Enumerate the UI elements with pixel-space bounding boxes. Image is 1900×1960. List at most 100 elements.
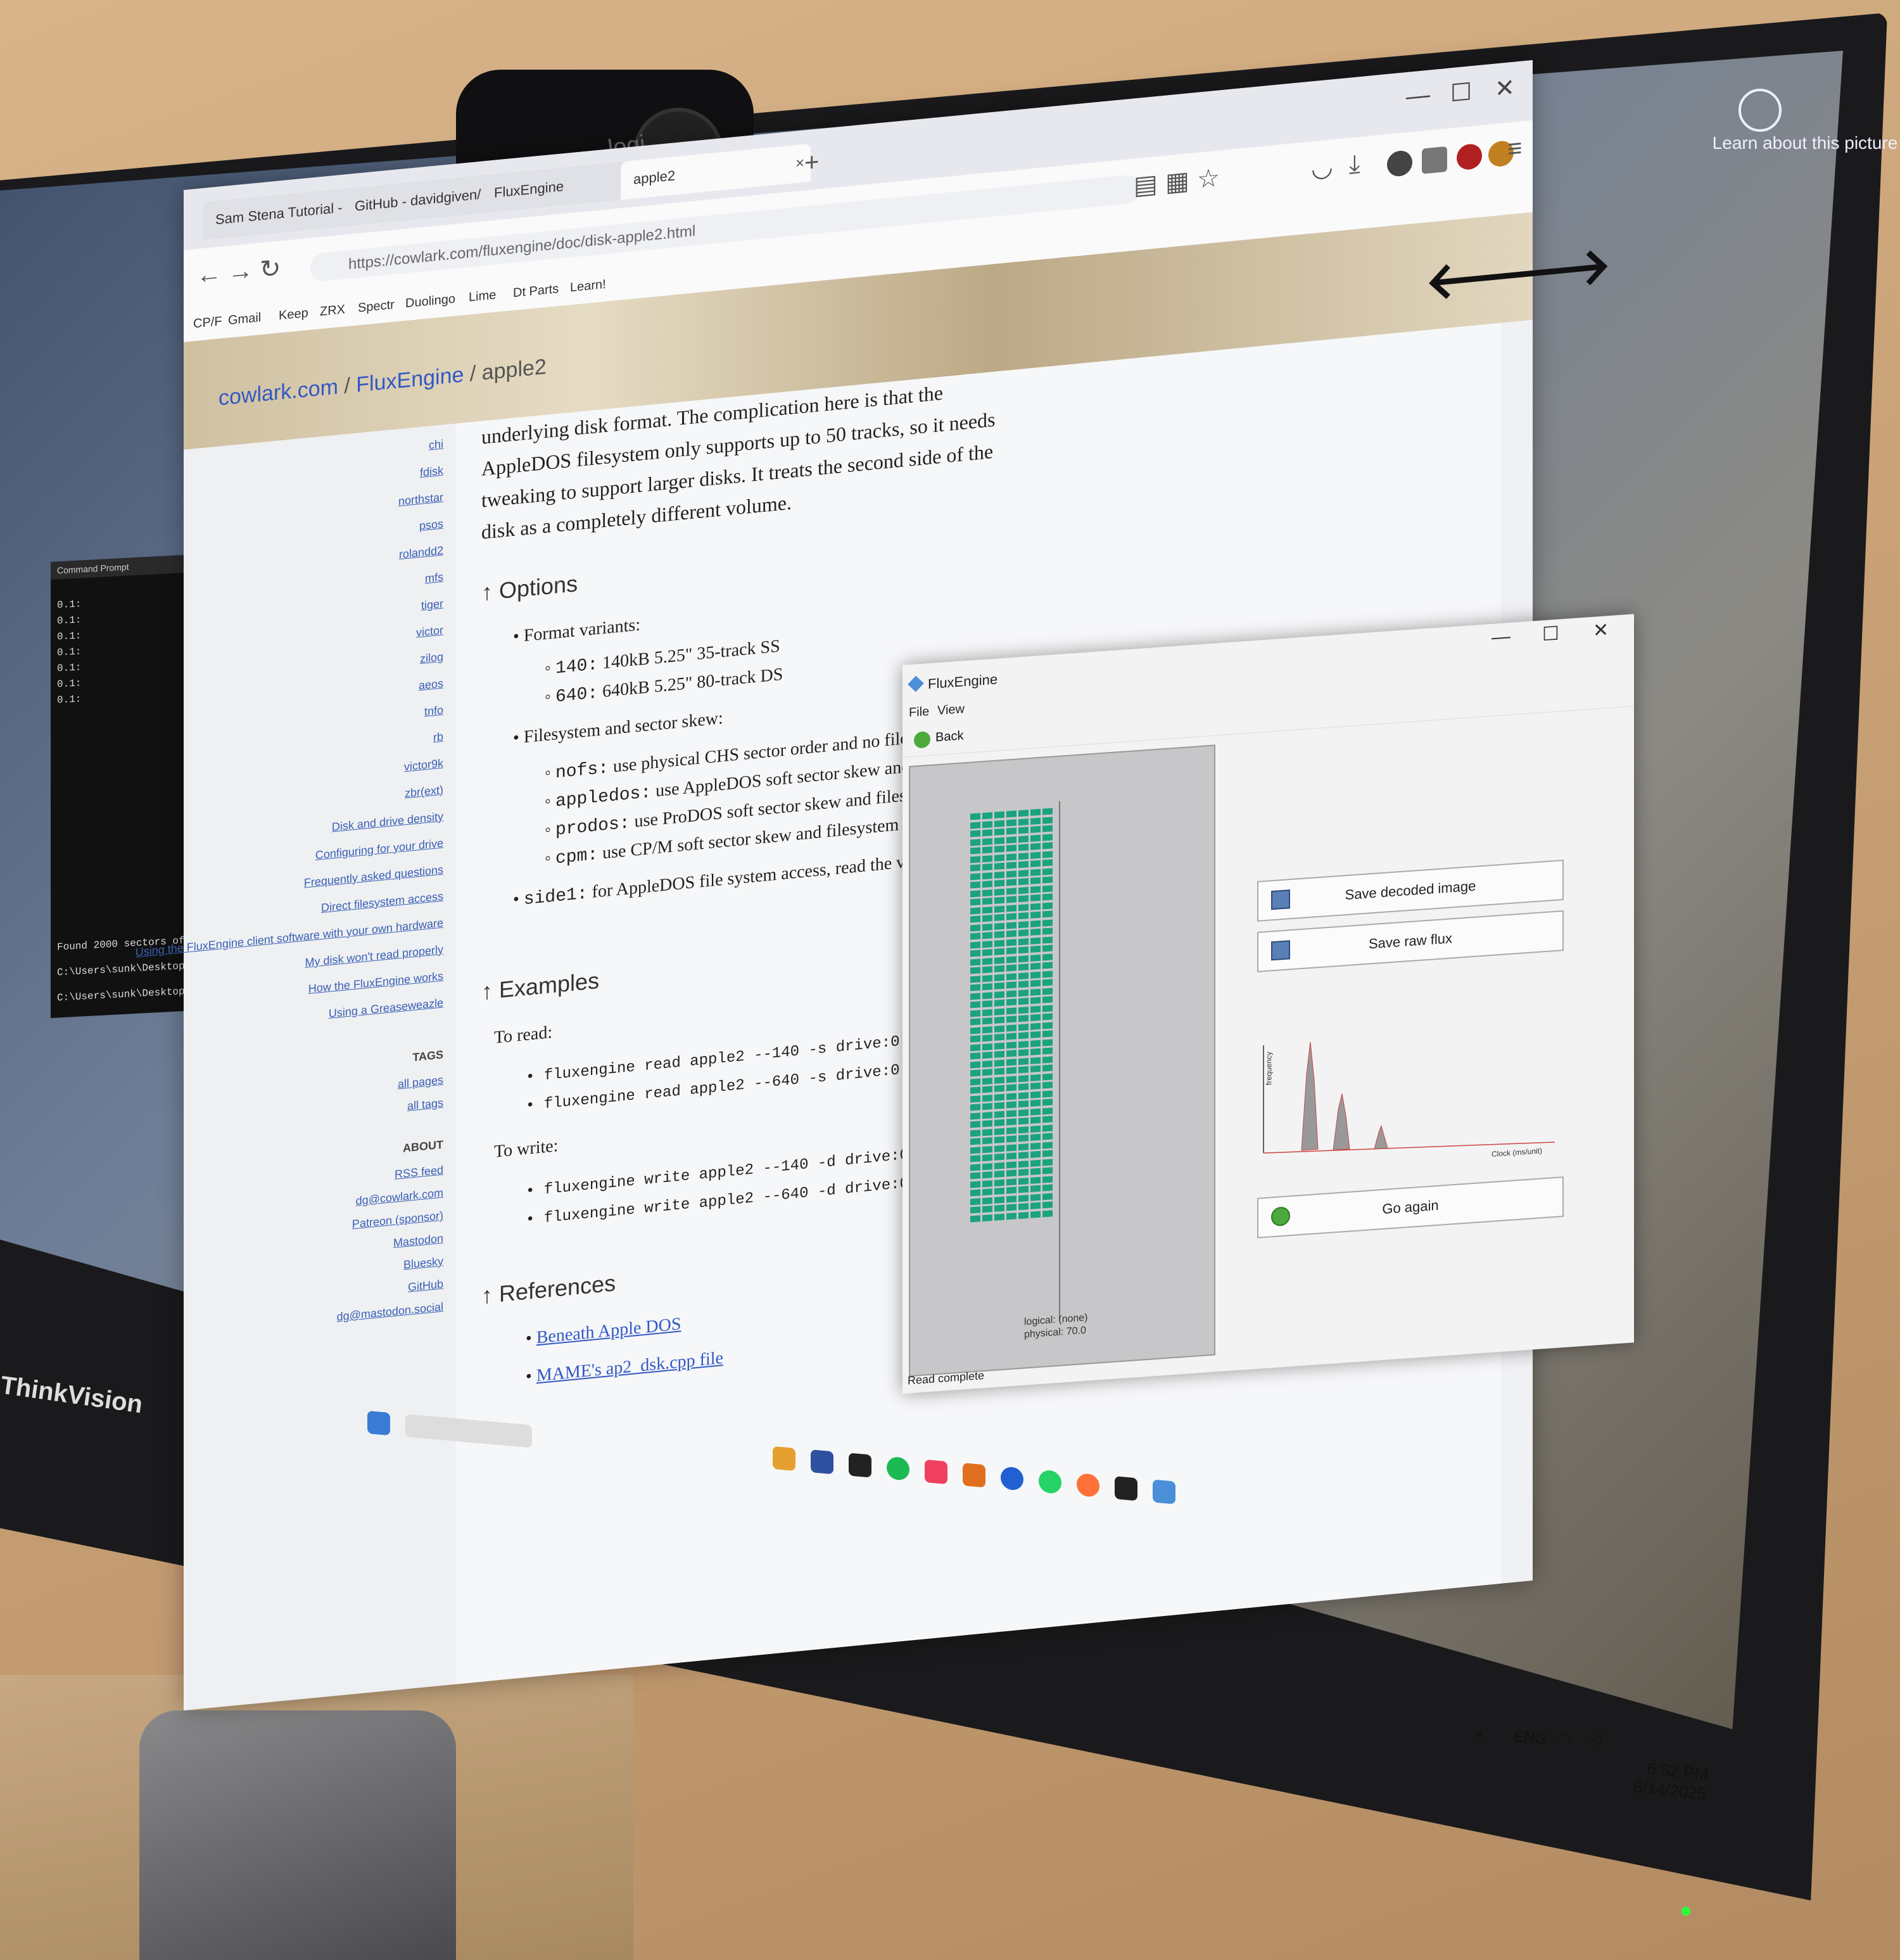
- bookmark[interactable]: Learn!: [570, 277, 606, 295]
- bookmark[interactable]: CP/F: [193, 314, 222, 331]
- menu-file[interactable]: File: [909, 704, 929, 720]
- sidebar-link[interactable]: Configuring for your drive: [315, 837, 443, 862]
- sidebar-link[interactable]: mfs: [425, 571, 443, 586]
- app-icon[interactable]: [1001, 1466, 1023, 1491]
- system-clock[interactable]: 6:52 PM 6/14/2025: [1632, 1757, 1709, 1804]
- bookmark[interactable]: Duolingo: [405, 292, 455, 312]
- app-icon[interactable]: [963, 1463, 985, 1488]
- sidebar-link[interactable]: victor: [416, 624, 443, 640]
- whatsapp-icon[interactable]: [1039, 1469, 1061, 1494]
- disk-visualization[interactable]: logical: (none) physical: 70.0: [909, 744, 1215, 1377]
- about-link[interactable]: dg@mastodon.social: [337, 1301, 443, 1324]
- bookmark[interactable]: Spectr: [358, 298, 395, 316]
- firefox-icon[interactable]: [1077, 1472, 1099, 1498]
- back-arrow-icon[interactable]: [914, 730, 930, 749]
- maximize-icon[interactable]: ☐: [1542, 622, 1559, 646]
- sidebar-link[interactable]: Disk and drive density: [332, 810, 443, 834]
- breadcrumb-site[interactable]: cowlark.com: [218, 375, 338, 410]
- menu-icon[interactable]: ≡: [1507, 134, 1522, 164]
- tab-sam-stena[interactable]: Sam Stena Tutorial - dev/typesc: [203, 188, 355, 241]
- camera-icon[interactable]: [1738, 89, 1782, 132]
- sidebar-link[interactable]: psos: [419, 518, 443, 533]
- wifi-icon[interactable]: ◠: [1557, 1729, 1573, 1748]
- reload-icon[interactable]: ↻: [260, 253, 281, 284]
- tab-fluxengine[interactable]: FluxEngine: [481, 160, 633, 213]
- sidebar-link[interactable]: How the FluxEngine works: [308, 970, 443, 996]
- spotify-icon[interactable]: [887, 1456, 909, 1481]
- minimize-icon[interactable]: —: [1492, 626, 1510, 649]
- menu-view[interactable]: View: [937, 702, 965, 718]
- sector-block: [1030, 920, 1041, 927]
- sidebar-link[interactable]: Direct filesystem access: [321, 890, 443, 915]
- reader-icon[interactable]: ▤: [1134, 169, 1158, 201]
- sidebar-link[interactable]: zilog: [420, 651, 443, 666]
- forward-icon[interactable]: →: [228, 256, 253, 287]
- tag-link[interactable]: all tags: [407, 1097, 443, 1113]
- folder-icon[interactable]: [773, 1446, 795, 1472]
- minimize-icon[interactable]: —: [1406, 82, 1430, 111]
- bookmark[interactable]: Gmail: [228, 310, 261, 328]
- bookmark[interactable]: Lime: [469, 288, 496, 305]
- close-icon[interactable]: ×: [795, 144, 804, 183]
- back-button[interactable]: Back: [935, 729, 963, 745]
- sidebar-link[interactable]: fdisk: [420, 464, 443, 480]
- app-icon[interactable]: [925, 1459, 947, 1485]
- sidebar-link[interactable]: Frequently asked questions: [304, 863, 443, 890]
- about-link[interactable]: dg@cowlark.com: [356, 1187, 443, 1208]
- reference-link[interactable]: Beneath Apple DOS: [536, 1314, 681, 1347]
- about-link[interactable]: Patreon (sponsor): [352, 1209, 443, 1231]
- sidebar-link[interactable]: chi: [429, 438, 443, 452]
- save-raw-flux-button[interactable]: Save raw flux: [1257, 910, 1564, 972]
- options-heading[interactable]: ↑ Options: [481, 570, 578, 606]
- about-link[interactable]: Bluesky: [403, 1255, 443, 1272]
- qr-icon[interactable]: ▦: [1165, 166, 1189, 198]
- language-indicator[interactable]: ENG: [1513, 1728, 1548, 1748]
- fluxengine-window[interactable]: FluxEngine — ☐ ✕ File View Back logical:…: [902, 614, 1634, 1394]
- sidebar-link[interactable]: rolandd2: [399, 544, 443, 562]
- sidebar-link[interactable]: zbr(ext): [405, 784, 443, 801]
- bookmark[interactable]: Keep: [279, 306, 308, 323]
- download-icon[interactable]: ⤓: [1349, 150, 1360, 179]
- sidebar-link[interactable]: aeos: [419, 677, 443, 693]
- about-link[interactable]: RSS feed: [395, 1164, 443, 1181]
- back-icon[interactable]: ←: [196, 259, 222, 290]
- tag-link[interactable]: all pages: [398, 1074, 443, 1091]
- volume-icon[interactable]: ◁: [1589, 1729, 1602, 1748]
- sidebar-link[interactable]: tiger: [421, 597, 443, 613]
- about-link[interactable]: Mastodon: [393, 1232, 443, 1250]
- examples-heading[interactable]: ↑ Examples: [481, 967, 599, 1005]
- sidebar-link[interactable]: My disk won't read properly: [305, 943, 443, 970]
- sidebar-link[interactable]: victor9k: [404, 757, 443, 774]
- maximize-icon[interactable]: ☐: [1450, 77, 1472, 108]
- search-input[interactable]: [405, 1414, 532, 1448]
- sidebar-link[interactable]: Using a Greaseweazle: [329, 996, 443, 1021]
- close-icon[interactable]: ✕: [1495, 73, 1515, 104]
- bookmark[interactable]: Dt Parts: [513, 282, 559, 301]
- next-page-arrow-icon[interactable]: 🡒: [1476, 233, 1612, 308]
- tab-github[interactable]: GitHub - davidgiven/fluxengin: [342, 174, 494, 227]
- app-icon[interactable]: [811, 1449, 833, 1475]
- sidebar-link[interactable]: northstar: [398, 491, 443, 509]
- new-tab-button[interactable]: +: [804, 148, 819, 177]
- tab-apple2[interactable]: apple2 ×: [621, 143, 811, 200]
- reference-link[interactable]: MAME's ap2_dsk.cpp file: [536, 1348, 723, 1385]
- puzzle-icon[interactable]: [1422, 146, 1447, 174]
- bookmark[interactable]: ZRX: [320, 302, 345, 319]
- sidebar-link[interactable]: tnfo: [424, 704, 443, 719]
- star-icon[interactable]: ☆: [1197, 163, 1220, 194]
- fluxengine-taskbar-icon[interactable]: [1153, 1479, 1175, 1505]
- breadcrumb-section[interactable]: FluxEngine: [356, 362, 464, 397]
- start-icon[interactable]: [367, 1410, 390, 1436]
- about-link[interactable]: GitHub: [408, 1278, 443, 1294]
- save-decoded-image-button[interactable]: Save decoded image: [1257, 859, 1564, 922]
- app-icon[interactable]: [849, 1453, 871, 1478]
- close-icon[interactable]: ✕: [1593, 619, 1609, 642]
- extension-icon[interactable]: [1387, 150, 1412, 178]
- learn-about-picture[interactable]: Learn about this picture: [1710, 133, 1900, 153]
- terminal-icon[interactable]: [1115, 1476, 1137, 1501]
- sidebar-link[interactable]: rb: [433, 730, 443, 745]
- extension-icon[interactable]: [1457, 143, 1482, 171]
- go-again-button[interactable]: Go again: [1257, 1176, 1564, 1238]
- pocket-icon[interactable]: ◡: [1311, 152, 1333, 183]
- references-heading[interactable]: ↑ References: [481, 1270, 616, 1309]
